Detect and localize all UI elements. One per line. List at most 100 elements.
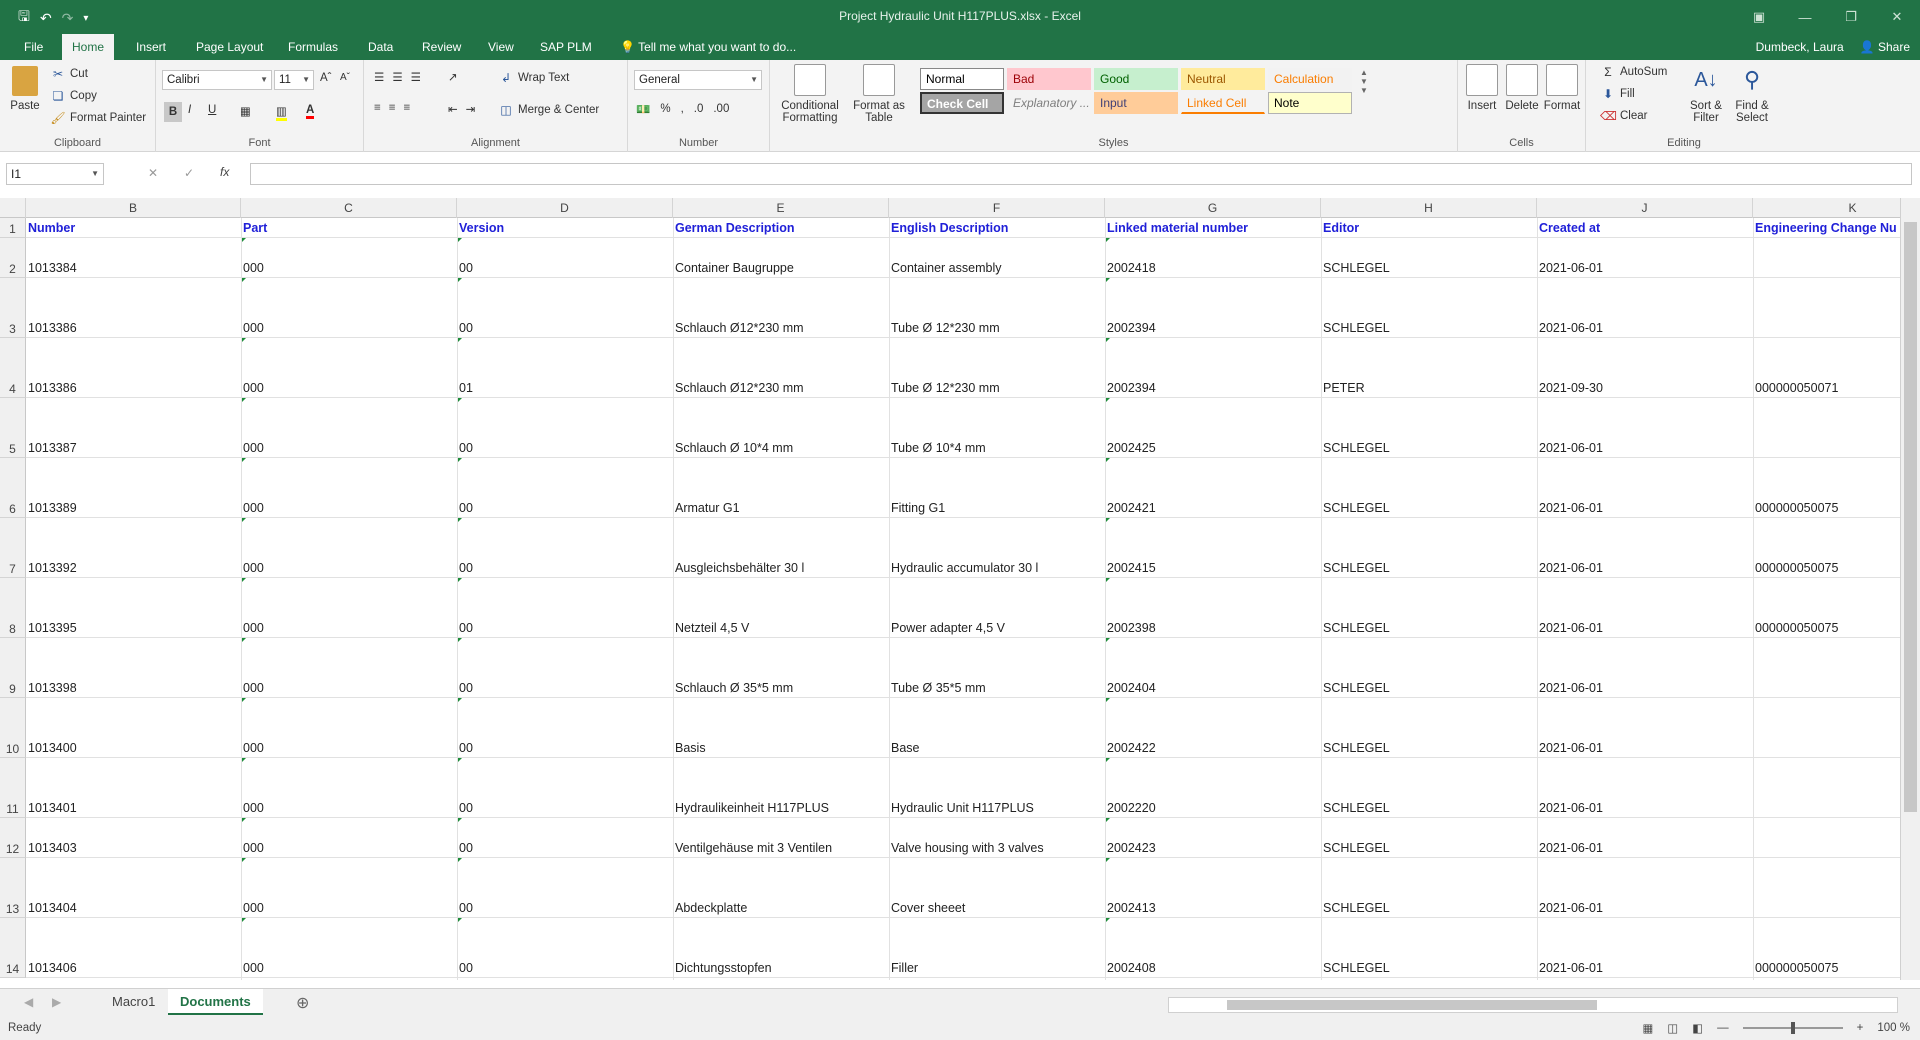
cell[interactable]: Schlauch Ø 10*4 mm xyxy=(673,441,889,455)
row-header[interactable]: 3 xyxy=(0,278,26,338)
tab-insert[interactable]: Insert xyxy=(126,34,176,60)
spreadsheet-grid[interactable]: BCDEFGHJK 1 Number Part Version German Descr… xyxy=(0,198,1900,980)
column-header-h[interactable]: H xyxy=(1321,198,1537,218)
row-header[interactable]: 4 xyxy=(0,338,26,398)
enter-icon[interactable]: ✓ xyxy=(184,166,194,180)
cell[interactable]: 000 xyxy=(241,961,457,975)
minimize-icon[interactable]: — xyxy=(1782,0,1828,34)
cell[interactable]: 2021-06-01 xyxy=(1537,561,1753,575)
header-cell[interactable]: German Description xyxy=(673,221,889,235)
cell[interactable]: 000000050075 xyxy=(1753,561,1900,575)
cell[interactable]: Schlauch Ø12*230 mm xyxy=(673,381,889,395)
format-painter-button[interactable]: 🖌 Format Painter xyxy=(50,110,146,126)
cell[interactable]: Armatur G1 xyxy=(673,501,889,515)
maximize-icon[interactable]: ❐ xyxy=(1828,0,1874,34)
font-color-button[interactable]: A xyxy=(306,104,315,119)
cell[interactable]: 2002408 xyxy=(1105,961,1321,975)
cell[interactable]: Tube Ø 12*230 mm xyxy=(889,321,1105,335)
cell[interactable]: 2021-06-01 xyxy=(1537,441,1753,455)
insert-cells-button[interactable]: Insert xyxy=(1464,64,1500,112)
wrap-text-button[interactable]: ↲ Wrap Text xyxy=(498,70,569,86)
cell[interactable]: 1013386 xyxy=(26,381,241,395)
header-cell[interactable]: Engineering Change Nu xyxy=(1753,221,1900,235)
cell[interactable]: 00 xyxy=(457,841,673,855)
cell[interactable]: SCHLEGEL xyxy=(1321,801,1537,815)
tab-review[interactable]: Review xyxy=(412,34,471,60)
cell[interactable]: Power adapter 4,5 V xyxy=(889,621,1105,635)
cell[interactable]: SCHLEGEL xyxy=(1321,681,1537,695)
header-cell[interactable]: Editor xyxy=(1321,221,1537,235)
cell[interactable]: Schlauch Ø 35*5 mm xyxy=(673,681,889,695)
cell[interactable]: 2002220 xyxy=(1105,801,1321,815)
row-header[interactable]: 2 xyxy=(0,238,26,278)
cell[interactable]: 2021-06-01 xyxy=(1537,261,1753,275)
cell[interactable]: 2021-06-01 xyxy=(1537,621,1753,635)
cell[interactable]: 1013384 xyxy=(26,261,241,275)
row-header[interactable]: 8 xyxy=(0,578,26,638)
cell[interactable]: 000000050071 xyxy=(1753,381,1900,395)
fill-button[interactable]: ⬇ Fill xyxy=(1600,86,1635,102)
cell[interactable]: Container Baugruppe xyxy=(673,261,889,275)
cell-style-bad[interactable]: Bad xyxy=(1007,68,1091,90)
indent-buttons[interactable]: ⇤ ⇥ xyxy=(448,102,479,116)
cell[interactable]: 000 xyxy=(241,801,457,815)
cell[interactable]: Hydraulic Unit H117PLUS xyxy=(889,801,1105,815)
next-sheet-icon[interactable]: ▶ xyxy=(52,995,61,1009)
cell[interactable]: 000 xyxy=(241,501,457,515)
horizontal-scroll-thumb[interactable] xyxy=(1227,1000,1597,1010)
tab-data[interactable]: Data xyxy=(358,34,403,60)
zoom-level[interactable]: 100 % xyxy=(1877,1022,1910,1034)
user-name[interactable]: Dumbeck, Laura xyxy=(1756,40,1844,54)
cell[interactable]: Cover sheeet xyxy=(889,901,1105,915)
clear-button[interactable]: ⌫ Clear xyxy=(1600,108,1647,124)
conditional-formatting-button[interactable]: Conditional Formatting xyxy=(776,64,844,124)
grow-font-button[interactable]: Aˆ xyxy=(320,72,332,84)
cell[interactable]: SCHLEGEL xyxy=(1321,441,1537,455)
underline-button[interactable]: U xyxy=(208,104,216,116)
cell[interactable]: SCHLEGEL xyxy=(1321,321,1537,335)
cell-style-calculation[interactable]: Calculation xyxy=(1268,68,1352,90)
cell[interactable]: 2021-06-01 xyxy=(1537,501,1753,515)
cell[interactable]: Schlauch Ø12*230 mm xyxy=(673,321,889,335)
cell-style-input[interactable]: Input xyxy=(1094,92,1178,114)
cell[interactable]: 000 xyxy=(241,321,457,335)
cell[interactable]: Filler xyxy=(889,961,1105,975)
cell[interactable]: 2002422 xyxy=(1105,741,1321,755)
cell[interactable]: 1013386 xyxy=(26,321,241,335)
cell[interactable]: 2021-06-01 xyxy=(1537,321,1753,335)
header-cell[interactable]: Linked material number xyxy=(1105,221,1321,235)
cell[interactable]: 000000050075 xyxy=(1753,621,1900,635)
row-header[interactable]: 5 xyxy=(0,398,26,458)
cell[interactable]: 00 xyxy=(457,681,673,695)
number-format-buttons[interactable]: 💵 % , .0 .00 xyxy=(636,102,729,116)
column-header-c[interactable]: C xyxy=(241,198,457,218)
cell[interactable]: Valve housing with 3 valves xyxy=(889,841,1105,855)
cell[interactable]: 1013403 xyxy=(26,841,241,855)
cell[interactable]: 00 xyxy=(457,441,673,455)
cell[interactable]: Abdeckplatte xyxy=(673,901,889,915)
cell[interactable]: 000000050075 xyxy=(1753,501,1900,515)
cell[interactable]: 2002421 xyxy=(1105,501,1321,515)
cell[interactable]: 000 xyxy=(241,441,457,455)
cell[interactable]: Container assembly xyxy=(889,261,1105,275)
shrink-font-button[interactable]: Aˇ xyxy=(340,72,350,83)
tab-sap-plm[interactable]: SAP PLM xyxy=(530,34,602,60)
normal-view-icon[interactable]: ▦ xyxy=(1643,1021,1654,1035)
cell[interactable]: 2021-06-01 xyxy=(1537,961,1753,975)
cell[interactable]: 00 xyxy=(457,501,673,515)
cell[interactable]: Ventilgehäuse mit 3 Ventilen xyxy=(673,841,889,855)
cell[interactable]: 00 xyxy=(457,321,673,335)
horizontal-scrollbar[interactable] xyxy=(1168,997,1898,1013)
column-header-k[interactable]: K xyxy=(1753,198,1900,218)
column-header-g[interactable]: G xyxy=(1105,198,1321,218)
row-header[interactable]: 12 xyxy=(0,818,26,858)
horizontal-align-buttons[interactable]: ≡ ≡ ≡ xyxy=(374,102,414,114)
select-all-corner[interactable] xyxy=(0,198,26,218)
cell[interactable]: Fitting G1 xyxy=(889,501,1105,515)
cell[interactable]: 2002394 xyxy=(1105,321,1321,335)
tell-me-search[interactable]: 💡 Tell me what you want to do... xyxy=(610,34,806,60)
cancel-icon[interactable]: ✕ xyxy=(148,166,158,180)
zoom-out-icon[interactable]: — xyxy=(1717,1022,1729,1034)
cell[interactable]: 000 xyxy=(241,681,457,695)
fill-color-button[interactable]: ▥ xyxy=(276,104,287,121)
